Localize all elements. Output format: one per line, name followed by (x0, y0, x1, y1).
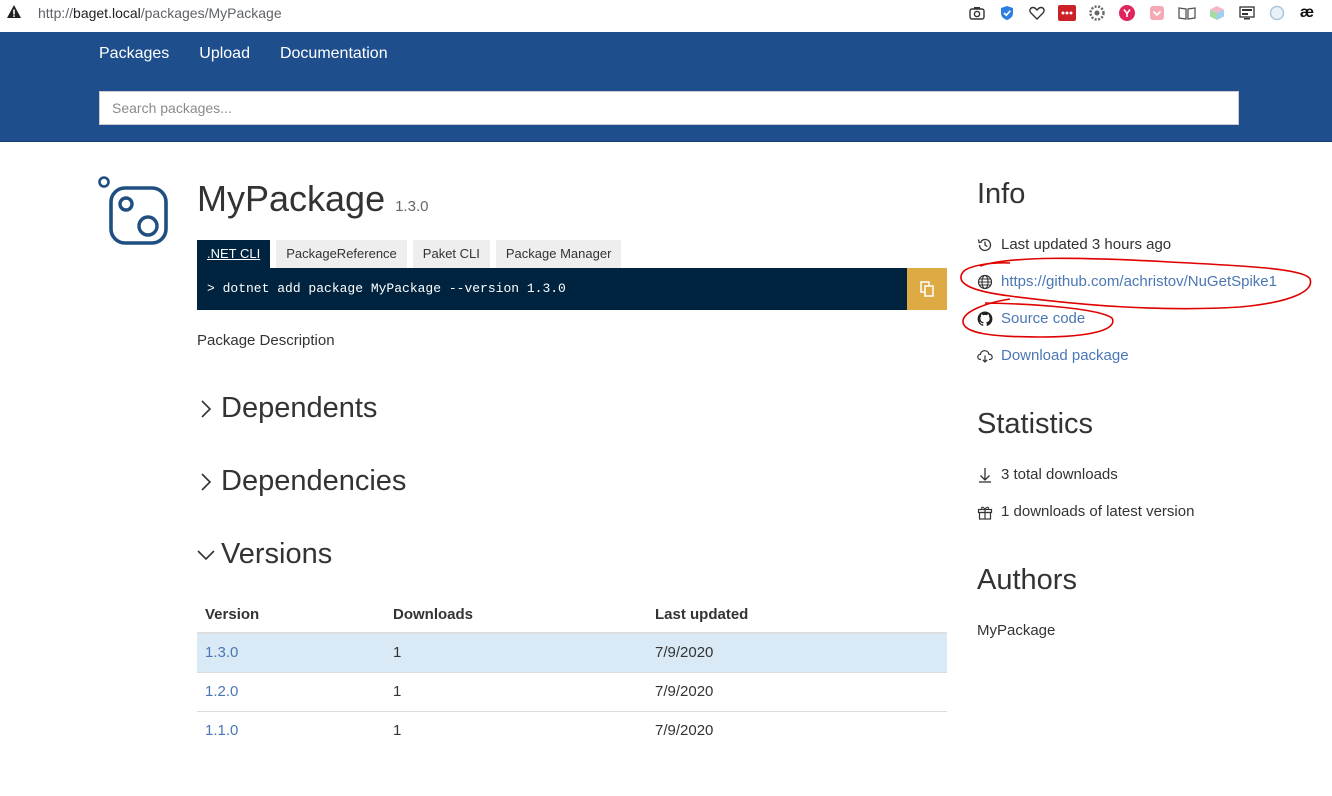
section-versions-label: Versions (221, 538, 333, 570)
package-logo-icon (98, 176, 168, 245)
browser-toolbar: http://baget.local/packages/MyPackage æ (0, 0, 1332, 30)
last-updated-text: Last updated 3 hours ago (1001, 236, 1172, 253)
heart-icon[interactable] (1028, 4, 1046, 22)
nav-upload[interactable]: Upload (199, 45, 250, 63)
table-row: 1.1.0 1 7/9/2020 (197, 711, 947, 750)
cloud-download-icon (977, 349, 993, 363)
chevron-down-icon (197, 549, 215, 560)
url-host: baget.local (73, 5, 141, 21)
shield-check-icon[interactable] (998, 4, 1016, 22)
package-title: MyPackage 1.3.0 (197, 178, 428, 220)
updated-cell: 7/9/2020 (647, 633, 947, 673)
ae-icon[interactable]: æ (1298, 4, 1316, 22)
section-dependents[interactable]: Dependents (197, 392, 377, 425)
y-icon[interactable] (1118, 4, 1136, 22)
address-bar[interactable]: http://baget.local/packages/MyPackage (38, 5, 282, 21)
github-icon (977, 311, 993, 326)
downloads-cell: 1 (385, 672, 647, 712)
downloads-cell: 1 (385, 633, 647, 673)
chevron-right-icon (201, 472, 212, 491)
main-nav: Packages Upload Documentation (99, 45, 388, 63)
info-source-code: Source code (977, 310, 1085, 327)
password-manager-icon[interactable] (1058, 4, 1076, 22)
table-row: 1.3.0 1 7/9/2020 (197, 633, 947, 673)
project-url-link[interactable]: https://github.com/achristov/NuGetSpike1 (1001, 273, 1277, 290)
info-heading: Info (977, 178, 1026, 210)
section-dependencies[interactable]: Dependencies (197, 465, 406, 498)
source-code-link[interactable]: Source code (1001, 310, 1085, 327)
copy-icon (920, 281, 934, 297)
updated-cell: 7/9/2020 (647, 672, 947, 712)
info-project-url: https://github.com/achristov/NuGetSpike1 (977, 273, 1277, 290)
tab-paket-cli[interactable]: Paket CLI (412, 240, 490, 268)
download-package-link[interactable]: Download package (1001, 347, 1129, 364)
history-icon (977, 238, 992, 251)
section-dependents-label: Dependents (221, 392, 378, 424)
cube-icon[interactable] (1208, 4, 1226, 22)
info-last-updated: Last updated 3 hours ago (977, 236, 1171, 253)
version-link[interactable]: 1.1.0 (205, 722, 238, 739)
url-path: /packages/MyPackage (140, 5, 282, 21)
url-scheme: http:// (38, 5, 74, 21)
header-last-updated: Last updated (647, 596, 947, 634)
tab-package-manager[interactable]: Package Manager (495, 240, 622, 268)
nav-documentation[interactable]: Documentation (280, 45, 388, 63)
install-command[interactable]: > dotnet add package MyPackage --version… (197, 268, 907, 310)
package-version: 1.3.0 (395, 198, 429, 215)
version-cell: 1.2.0 (197, 672, 385, 712)
table-header-row: Version Downloads Last updated (197, 596, 947, 634)
chevron-right-icon (201, 399, 212, 418)
version-cell: 1.3.0 (197, 633, 385, 673)
settings-gear-icon[interactable] (1088, 4, 1106, 22)
version-link[interactable]: 1.3.0 (205, 644, 238, 661)
site-header: Packages Upload Documentation (0, 32, 1332, 142)
copy-button[interactable] (907, 268, 947, 310)
downloads-cell: 1 (393, 722, 402, 740)
header-version: Version (197, 596, 385, 634)
authors-list: MyPackage (977, 622, 1056, 639)
package-description: Package Description (197, 332, 335, 349)
tab-dotnet-cli[interactable]: .NET CLI (197, 240, 271, 268)
globe-icon (977, 274, 993, 289)
install-tabs: .NET CLI PackageReference Paket CLI Pack… (197, 240, 622, 268)
nav-packages[interactable]: Packages (99, 45, 169, 63)
version-cell: 1.1.0 (197, 711, 385, 750)
tab-package-reference[interactable]: PackageReference (276, 240, 407, 268)
info-download: Download package (977, 347, 1129, 364)
download-arrow-icon (979, 467, 991, 483)
extension-icons: æ (968, 4, 1316, 22)
stat-total-downloads: 3 total downloads (977, 466, 1118, 483)
camera-icon[interactable] (968, 4, 986, 22)
search-input[interactable] (99, 91, 1239, 125)
table-row: 1.2.0 1 7/9/2020 (197, 672, 947, 712)
section-dependencies-label: Dependencies (221, 465, 407, 497)
reader-icon[interactable] (1178, 4, 1196, 22)
screen-icon[interactable] (1238, 4, 1256, 22)
header-downloads: Downloads (385, 596, 647, 634)
statistics-heading: Statistics (977, 408, 1094, 440)
circle-icon[interactable] (1268, 4, 1286, 22)
total-downloads-text: 3 total downloads (1001, 466, 1118, 483)
version-link[interactable]: 1.2.0 (205, 683, 238, 700)
stat-latest-downloads: 1 downloads of latest version (977, 503, 1194, 520)
updated-cell: 7/9/2020 (655, 722, 714, 740)
latest-downloads-text: 1 downloads of latest version (1001, 503, 1195, 520)
pocket-icon[interactable] (1148, 4, 1166, 22)
warning-icon[interactable] (6, 4, 22, 20)
gift-icon (977, 506, 993, 520)
package-name: MyPackage (197, 178, 386, 219)
section-versions[interactable]: Versions (197, 538, 332, 571)
authors-heading: Authors (977, 564, 1077, 596)
versions-table: Version Downloads Last updated 1.3.0 1 7… (197, 596, 947, 750)
